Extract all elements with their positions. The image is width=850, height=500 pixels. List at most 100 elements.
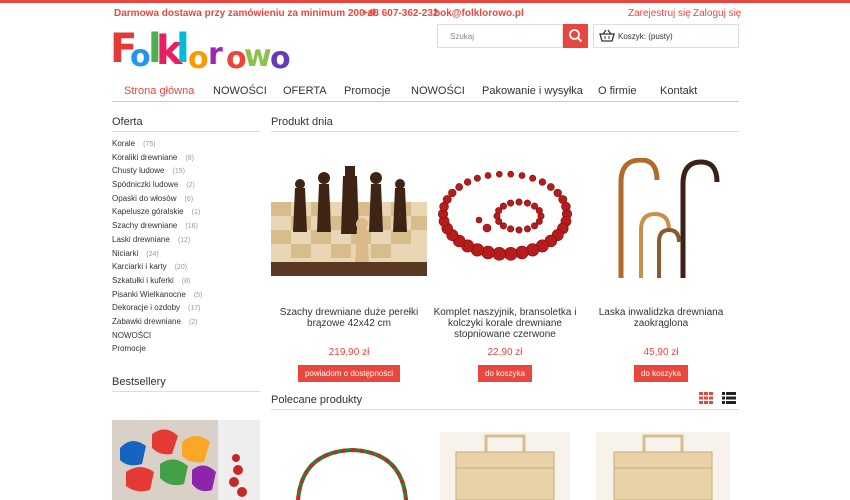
search-icon bbox=[569, 29, 583, 43]
grid-view-icon[interactable] bbox=[699, 392, 713, 404]
category-item[interactable]: Pisanki Wielkanocne (5) bbox=[112, 290, 260, 304]
category-label: Szkatułki i kuferki bbox=[112, 275, 174, 285]
product-card[interactable]: Komplet naszyjnik, bransoletka i kolczyk… bbox=[427, 158, 583, 382]
category-count: (16) bbox=[185, 223, 198, 231]
product-of-day-title: Produkt dnia bbox=[271, 116, 739, 132]
category-label: Niciarki bbox=[112, 248, 139, 258]
category-count: (24) bbox=[146, 250, 159, 258]
add-to-cart-button[interactable]: do koszyka bbox=[633, 365, 689, 382]
category-item[interactable]: Promocje bbox=[112, 344, 260, 358]
category-label: Chusty ludowe bbox=[112, 166, 165, 176]
category-item[interactable]: Niciarki (24) bbox=[112, 249, 260, 263]
category-count: (5) bbox=[193, 291, 203, 299]
chess-image[interactable] bbox=[271, 158, 427, 280]
category-list: Korale (75) Koraliki drewniane (8) Chusty lu… bbox=[112, 139, 260, 358]
category-item[interactable]: Szkatułki i kuferki (8) bbox=[112, 276, 260, 290]
recommended-product-image[interactable] bbox=[596, 432, 734, 500]
category-count: (2) bbox=[188, 318, 198, 326]
red-beads-image[interactable] bbox=[427, 158, 583, 280]
recommended-product-image[interactable] bbox=[282, 432, 422, 500]
recommended-title: Polecane produkty bbox=[271, 394, 739, 410]
category-label: Kapelusze góralskie bbox=[112, 207, 184, 217]
category-count: (75) bbox=[143, 141, 156, 148]
phone-number[interactable]: +48 607-362-232 bbox=[362, 8, 438, 19]
category-label: Szachy drewniane bbox=[112, 221, 178, 231]
category-item[interactable]: Koraliki drewniane (8) bbox=[112, 153, 260, 167]
list-view-icon[interactable] bbox=[722, 392, 736, 404]
product-price: 22,90 zł bbox=[487, 347, 523, 358]
walking-canes-image[interactable] bbox=[583, 157, 739, 280]
nav-new[interactable]: NOWOŚCI bbox=[213, 85, 267, 97]
category-count: (6) bbox=[184, 195, 194, 203]
nav-contact[interactable]: Kontakt bbox=[660, 85, 697, 97]
product-name[interactable]: Laska inwalidzka drewniana zaokrąglona bbox=[583, 307, 739, 341]
product-name[interactable]: Szachy drewniane duże perełki brązowe 42… bbox=[271, 307, 427, 341]
category-item[interactable]: Karciarki i karty (20) bbox=[112, 262, 260, 276]
nav-about[interactable]: O firmie bbox=[598, 85, 637, 97]
category-count: (20) bbox=[174, 264, 188, 272]
bestsellers-title: Bestsellery bbox=[112, 376, 260, 392]
nav-new-2[interactable]: NOWOŚCI bbox=[411, 85, 465, 97]
category-item[interactable]: Chusty ludowe (15) bbox=[112, 166, 260, 180]
category-item[interactable]: Zabawki drewniane (2) bbox=[112, 317, 260, 331]
nav-promotions[interactable]: Promocje bbox=[344, 85, 390, 97]
logo-letter: w bbox=[244, 39, 272, 72]
category-label: Pisanki Wielkanocne bbox=[112, 289, 186, 299]
basket-icon bbox=[599, 29, 615, 42]
add-to-cart-button[interactable]: do koszyka bbox=[477, 365, 533, 382]
bestseller-image[interactable] bbox=[112, 420, 260, 500]
sidebar-title: Oferta bbox=[112, 116, 260, 132]
category-label: Dekoracje i ozdoby bbox=[112, 303, 181, 313]
product-price: 219,90 zł bbox=[328, 347, 370, 358]
logo-letter: o bbox=[188, 41, 209, 72]
category-count: (1) bbox=[191, 209, 201, 217]
cart-summary[interactable]: Koszyk: (pusty) bbox=[593, 24, 739, 48]
category-item[interactable]: Kapelusze góralskie (1) bbox=[112, 207, 260, 221]
category-label: Zabawki drewniane bbox=[112, 316, 181, 326]
nav-home[interactable]: Strona główna bbox=[124, 85, 194, 97]
category-label: Laski drewniane bbox=[112, 234, 170, 244]
view-switcher bbox=[699, 391, 739, 409]
nav-offer[interactable]: OFERTA bbox=[283, 85, 327, 97]
category-item[interactable]: Spódniczki ludowe (2) bbox=[112, 180, 260, 194]
product-name[interactable]: Komplet naszyjnik, bransoletka i kolczyk… bbox=[427, 307, 583, 341]
product-card[interactable]: Szachy drewniane duże perełki brązowe 42… bbox=[271, 158, 427, 382]
category-item[interactable]: NOWOŚCI bbox=[112, 331, 260, 345]
search-input[interactable]: Szukaj bbox=[437, 24, 563, 48]
nav-shipping[interactable]: Pakowanie i wysyłka bbox=[482, 85, 583, 97]
main-navigation: Strona główna NOWOŚCI OFERTA Promocje NO… bbox=[112, 82, 739, 102]
notify-availability-button[interactable]: powiadom o dostępności bbox=[297, 365, 401, 382]
top-accent-line bbox=[0, 0, 850, 3]
register-link[interactable]: Zarejestruj się bbox=[628, 8, 691, 19]
cart-label: Koszyk: (pusty) bbox=[618, 32, 673, 41]
category-label: Spódniczki ludowe bbox=[112, 180, 179, 190]
category-label: Promocje bbox=[112, 344, 146, 354]
category-label: Opaski do włosów bbox=[112, 193, 177, 203]
search-button[interactable] bbox=[563, 24, 588, 48]
top-bar: Darmowa dostawa przy zamówieniu za minim… bbox=[112, 8, 741, 22]
category-item[interactable]: Szachy drewniane (16) bbox=[112, 221, 260, 235]
category-count: (8) bbox=[185, 154, 194, 162]
category-count: (12) bbox=[177, 236, 191, 244]
category-count: (2) bbox=[186, 182, 195, 190]
category-count: (15) bbox=[172, 168, 185, 176]
product-card[interactable]: Laska inwalidzka drewniana zaokrąglona 4… bbox=[583, 157, 739, 382]
free-shipping-text: Darmowa dostawa przy zamówieniu za minim… bbox=[114, 8, 378, 19]
category-label: Koraliki drewniane bbox=[112, 152, 178, 162]
folklorowo-logo[interactable]: Folklo r owo bbox=[110, 24, 294, 72]
recommended-product-image[interactable] bbox=[436, 432, 574, 500]
category-item[interactable]: Korale (75) bbox=[112, 139, 260, 153]
category-item[interactable]: Laski drewniane (12) bbox=[112, 235, 260, 249]
logo-letter: r bbox=[208, 37, 223, 72]
category-label: NOWOŚCI bbox=[112, 330, 152, 340]
category-count: (8) bbox=[181, 277, 191, 285]
category-label: Karciarki i karty bbox=[112, 262, 167, 272]
category-item[interactable]: Opaski do włosów (6) bbox=[112, 194, 260, 208]
logo-letter: o bbox=[270, 41, 291, 72]
category-label: Korale bbox=[112, 139, 136, 148]
product-price: 45,90 zł bbox=[643, 347, 679, 358]
login-link[interactable]: Zaloguj się bbox=[693, 8, 741, 19]
email-link[interactable]: bok@folklorowo.pl bbox=[434, 8, 524, 19]
category-count: (17) bbox=[188, 305, 201, 313]
category-item[interactable]: Dekoracje i ozdoby (17) bbox=[112, 303, 260, 317]
